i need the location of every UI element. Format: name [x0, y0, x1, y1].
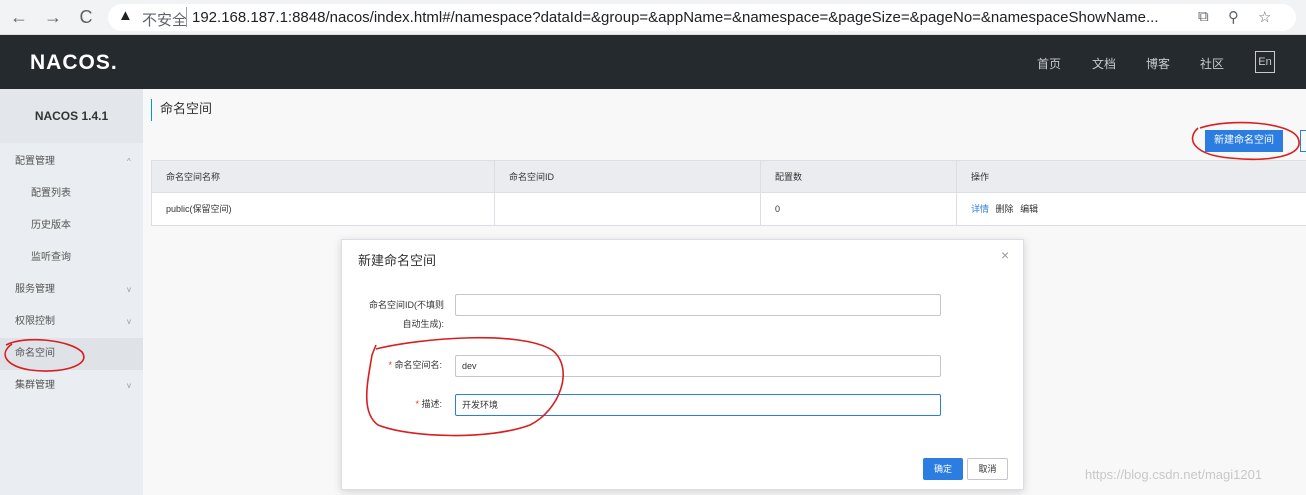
sidebar-item-label: 服务管理 — [15, 284, 55, 295]
secondary-button[interactable] — [1300, 130, 1306, 152]
sidebar: NACOS 1.4.1 配置管理 ^ 配置列表 历史版本 监听查询 服务管理 v… — [0, 89, 143, 495]
nav-community[interactable]: 社区 — [1200, 55, 1224, 72]
sidebar-item-history[interactable]: 历史版本 — [0, 210, 143, 242]
namespace-name-label: * 命名空间名: — [360, 356, 442, 375]
sidebar-item-label: 配置管理 — [15, 156, 55, 167]
new-namespace-dialog: 新建命名空间 × 命名空间ID(不填则 自动生成): * 命名空间名: dev … — [341, 239, 1024, 490]
required-mark: * — [415, 399, 419, 409]
insecure-label[interactable]: 不安全 — [142, 9, 187, 30]
nav-home[interactable]: 首页 — [1037, 55, 1061, 72]
close-icon[interactable]: × — [1001, 247, 1009, 263]
namespace-id-label: 命名空间ID(不填则 自动生成): — [356, 296, 444, 334]
label-line: 命名空间ID(不填则 — [369, 300, 444, 310]
sidebar-item-label: 权限控制 — [15, 316, 55, 327]
sidebar-item-cluster-management[interactable]: 集群管理 v — [0, 370, 143, 402]
address-bar[interactable]: ▲ 不安全 192.168.187.1:8848/nacos/index.htm… — [108, 4, 1296, 31]
required-mark: * — [388, 360, 392, 370]
chevron-down-icon: v — [127, 285, 131, 294]
sidebar-item-label: 监听查询 — [31, 252, 71, 263]
table-header-row: 命名空间名称 命名空间ID 配置数 操作 — [151, 160, 1306, 193]
label-text: 命名空间名: — [394, 360, 442, 370]
edit-link[interactable]: 编辑 — [1020, 204, 1038, 214]
url-text[interactable]: 192.168.187.1:8848/nacos/index.html#/nam… — [192, 9, 1159, 26]
browser-toolbar: ← → C ▲ 不安全 192.168.187.1:8848/nacos/ind… — [0, 0, 1306, 35]
description-label: * 描述: — [360, 395, 442, 414]
nav-docs[interactable]: 文档 — [1092, 55, 1116, 72]
watermark: https://blog.csdn.net/magi1201 — [1085, 467, 1263, 482]
description-input[interactable]: 开发环境 — [455, 394, 941, 416]
sidebar-item-config-list[interactable]: 配置列表 — [0, 178, 143, 210]
sidebar-item-label: 配置列表 — [31, 188, 71, 199]
cell-config-count: 0 — [761, 193, 957, 225]
warning-icon[interactable]: ▲ — [118, 7, 133, 24]
nav-blog[interactable]: 博客 — [1146, 55, 1170, 72]
label-line: 自动生成): — [402, 319, 445, 329]
chevron-up-icon: ^ — [127, 157, 131, 166]
confirm-button[interactable]: 确定 — [923, 458, 963, 480]
address-divider — [186, 7, 187, 27]
sidebar-item-access-control[interactable]: 权限控制 v — [0, 306, 143, 338]
detail-link[interactable]: 详情 — [971, 204, 989, 214]
language-switch-button[interactable]: En — [1255, 51, 1275, 73]
translate-icon[interactable]: ⧉ — [1198, 8, 1209, 25]
dialog-title: 新建命名空间 — [358, 253, 437, 268]
column-header-id: 命名空间ID — [495, 161, 761, 193]
new-namespace-button[interactable]: 新建命名空间 — [1205, 130, 1283, 152]
cell-namespace-id — [495, 193, 761, 225]
column-header-count: 配置数 — [761, 161, 957, 193]
sidebar-item-label: 历史版本 — [31, 220, 71, 231]
chevron-down-icon: v — [127, 381, 131, 390]
version-label: NACOS 1.4.1 — [0, 89, 143, 143]
star-icon[interactable]: ☆ — [1258, 8, 1271, 26]
sidebar-item-config-management[interactable]: 配置管理 ^ — [0, 146, 143, 178]
sidebar-item-service-management[interactable]: 服务管理 v — [0, 274, 143, 306]
nacos-logo[interactable]: NACOS. — [30, 51, 118, 75]
column-header-name: 命名空间名称 — [152, 161, 495, 193]
cell-namespace-name: public(保留空间) — [152, 193, 495, 225]
sidebar-item-namespace[interactable]: 命名空间 — [0, 338, 143, 370]
namespace-id-input[interactable] — [455, 294, 941, 316]
sidebar-item-label: 集群管理 — [15, 380, 55, 391]
top-navbar: NACOS. 首页 文档 博客 社区 En — [0, 35, 1306, 89]
sidebar-item-label: 命名空间 — [15, 348, 55, 359]
reload-icon[interactable]: C — [75, 6, 97, 28]
chevron-down-icon: v — [127, 317, 131, 326]
zoom-icon[interactable]: ⚲ — [1228, 8, 1239, 26]
delete-link[interactable]: 删除 — [996, 204, 1014, 214]
table-row: public(保留空间) 0 详情 删除 编辑 — [151, 193, 1306, 226]
label-text: 描述: — [421, 399, 442, 409]
cell-operations: 详情 删除 编辑 — [957, 193, 1306, 225]
namespace-name-input[interactable]: dev — [455, 355, 941, 377]
forward-icon[interactable]: → — [42, 6, 64, 28]
sidebar-item-listener-query[interactable]: 监听查询 — [0, 242, 143, 274]
cancel-button[interactable]: 取消 — [967, 458, 1008, 480]
column-header-ops: 操作 — [971, 172, 990, 182]
back-icon[interactable]: ← — [8, 6, 30, 28]
page-title: 命名空间 — [151, 99, 212, 121]
